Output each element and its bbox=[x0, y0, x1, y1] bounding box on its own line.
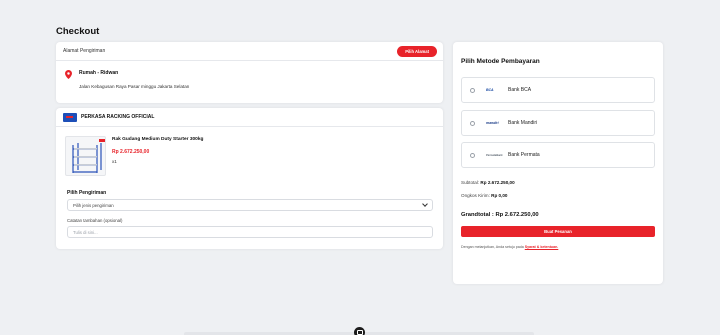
store-logo bbox=[63, 112, 77, 122]
bank-name: Bank BCA bbox=[508, 87, 532, 93]
address-name: Rumah - Ridwan bbox=[79, 70, 119, 76]
payment-card: Pilih Metode Pembayaran BCA Bank BCA man… bbox=[453, 42, 663, 284]
shipping-cost-value: Rp 0,00 bbox=[491, 193, 508, 198]
store-name: PERKASA RACKING OFFICIAL bbox=[81, 114, 155, 120]
page-title: Checkout bbox=[56, 26, 100, 37]
subtotal-row: Subtotal: Rp 2.672.250,00 bbox=[461, 180, 515, 185]
terms-link[interactable]: Syarat & ketentuan. bbox=[525, 245, 559, 249]
radio-button[interactable] bbox=[470, 152, 475, 158]
chevron-down-icon bbox=[422, 201, 428, 207]
chat-icon[interactable] bbox=[354, 327, 365, 335]
shipping-cost-label: Ongkos Kirim: bbox=[461, 193, 490, 198]
place-order-button[interactable]: Buat Pesanan bbox=[461, 226, 655, 237]
order-card: PERKASA RACKING OFFICIAL Rak Gudang Medi… bbox=[56, 108, 443, 249]
product-name[interactable]: Rak Gudang Medium Duty Starter 300kg bbox=[112, 137, 203, 142]
store-header: PERKASA RACKING OFFICIAL bbox=[56, 108, 443, 127]
address-line: Jalan Kebagusan Raya Pasar minggu Jakart… bbox=[79, 84, 190, 89]
subtotal-label: Subtotal: bbox=[461, 180, 480, 185]
shipping-cost-row: Ongkos Kirim: Rp 0,00 bbox=[461, 193, 507, 198]
address-card: Alamat Pengiriman Pilih Alamat Rumah - R… bbox=[56, 42, 443, 103]
address-header-label: Alamat Pengiriman bbox=[63, 48, 106, 54]
terms-text: Dengan melanjutkan, Anda setuju pada Sya… bbox=[461, 245, 558, 249]
radio-button[interactable] bbox=[470, 120, 475, 126]
product-price: Rp 2.672.250,00 bbox=[112, 149, 150, 155]
bank-name: Bank Mandiri bbox=[508, 120, 538, 126]
address-body: Rumah - Ridwan Jalan Kebagusan Raya Pasa… bbox=[56, 61, 443, 103]
terms-prefix: Dengan melanjutkan, Anda setuju pada bbox=[461, 245, 524, 249]
product-quantity: x1 bbox=[112, 159, 117, 164]
location-pin-icon bbox=[65, 70, 72, 79]
permata-logo: PermataBank bbox=[486, 153, 503, 157]
product-image[interactable] bbox=[65, 136, 106, 176]
shipping-label: Pilih Pengiriman bbox=[67, 190, 107, 196]
shipping-select-value: Pilih jenis pengiriman bbox=[73, 202, 114, 208]
subtotal-value: Rp 2.672.250,00 bbox=[480, 180, 515, 185]
grandtotal: Grandtotal : Rp 2.672.250,00 bbox=[461, 212, 539, 218]
note-input[interactable] bbox=[67, 226, 433, 238]
payment-title: Pilih Metode Pembayaran bbox=[461, 58, 540, 65]
radio-button[interactable] bbox=[470, 87, 475, 93]
address-header: Alamat Pengiriman Pilih Alamat bbox=[56, 42, 443, 61]
bank-name: Bank Permata bbox=[508, 152, 540, 158]
mandiri-logo: mandiri bbox=[486, 121, 499, 125]
bank-option-permata[interactable]: PermataBank Bank Permata bbox=[461, 142, 655, 168]
choose-address-button[interactable]: Pilih Alamat bbox=[397, 45, 437, 57]
bank-option-mandiri[interactable]: mandiri Bank Mandiri bbox=[461, 110, 655, 136]
bank-option-bca[interactable]: BCA Bank BCA bbox=[461, 77, 655, 103]
note-label: Catatan tambahan (opsional) bbox=[67, 218, 123, 223]
bca-logo: BCA bbox=[486, 88, 494, 92]
shipping-select[interactable]: Pilih jenis pengiriman bbox=[67, 199, 433, 211]
